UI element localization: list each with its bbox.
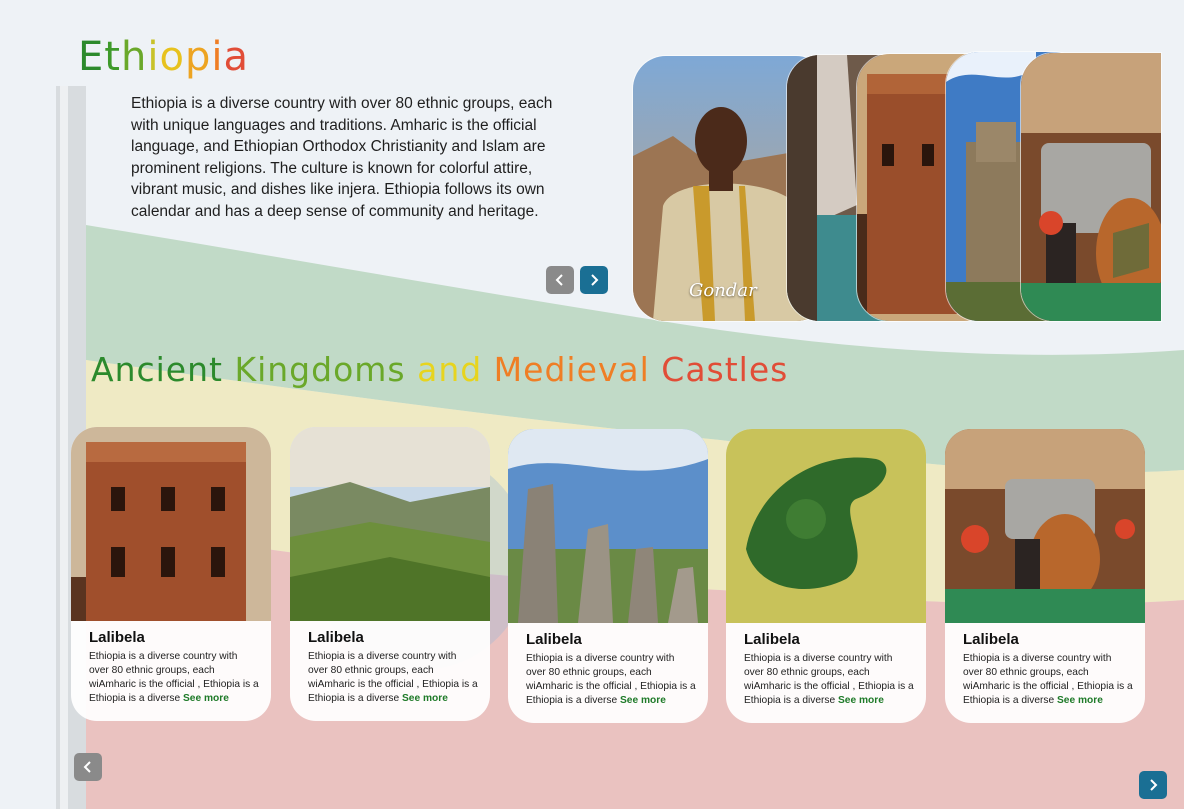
place-card[interactable]: Lalibela Ethiopia is a diverse country w… xyxy=(726,429,926,723)
gallery-active-label: Gondar xyxy=(689,280,757,301)
card-title: Lalibela xyxy=(744,631,800,648)
cards-next-button[interactable] xyxy=(1139,771,1167,799)
gallery-prev-button[interactable] xyxy=(546,266,574,294)
card-body: Ethiopia is a diverse country with over … xyxy=(526,653,696,706)
chevron-right-icon xyxy=(591,274,599,286)
card-body: Ethiopia is a diverse country with over … xyxy=(744,653,914,706)
card-body: Ethiopia is a diverse country with over … xyxy=(963,653,1133,706)
place-card[interactable]: Lalibela Ethiopia is a diverse country w… xyxy=(290,427,490,721)
stelae-image xyxy=(508,429,708,623)
place-card[interactable]: Lalibela Ethiopia is a diverse country w… xyxy=(508,429,708,723)
coffee-ceremony-image xyxy=(945,429,1145,623)
section-title-word: Kingdoms xyxy=(234,350,418,389)
gallery-next-button[interactable] xyxy=(580,266,608,294)
section-title-word: Medieval xyxy=(493,350,662,389)
section-title-word: and xyxy=(417,350,494,389)
title-letter: h xyxy=(120,34,148,80)
title-letter: i xyxy=(211,34,224,80)
card-body: Ethiopia is a diverse country with over … xyxy=(89,651,259,704)
section-title-word: Castles xyxy=(661,350,789,389)
see-more-link[interactable]: See more xyxy=(183,693,229,704)
rock-church-image xyxy=(71,427,271,621)
title-letter: E xyxy=(78,34,105,80)
gallery-card-coffee[interactable] xyxy=(1020,52,1162,322)
title-letter: p xyxy=(184,34,212,80)
card-title: Lalibela xyxy=(308,629,364,646)
see-more-link[interactable]: See more xyxy=(1057,695,1103,706)
title-letter: i xyxy=(147,34,160,80)
see-more-link[interactable]: See more xyxy=(838,695,884,706)
highlands-image xyxy=(290,427,490,621)
page-title: Ethiopia xyxy=(78,34,249,80)
chevron-left-icon xyxy=(555,274,563,286)
see-more-link[interactable]: See more xyxy=(402,693,448,704)
intro-paragraph: Ethiopia is a diverse country with over … xyxy=(131,95,553,220)
chevron-right-icon xyxy=(1150,779,1158,791)
title-letter: a xyxy=(223,34,249,80)
title-letter: o xyxy=(159,34,185,80)
chevron-left-icon xyxy=(83,761,91,773)
place-card[interactable]: Lalibela Ethiopia is a diverse country w… xyxy=(945,429,1145,723)
card-title: Lalibela xyxy=(963,631,1019,648)
section-title-word: Ancient xyxy=(91,350,235,389)
cards-prev-button[interactable] xyxy=(74,753,102,781)
place-card[interactable]: Lalibela Ethiopia is a diverse country w… xyxy=(71,427,271,721)
card-title: Lalibela xyxy=(526,631,582,648)
see-more-link[interactable]: See more xyxy=(620,695,666,706)
card-body: Ethiopia is a diverse country with over … xyxy=(308,651,478,704)
title-letter: t xyxy=(104,34,121,80)
lake-island-image xyxy=(726,429,926,623)
card-title: Lalibela xyxy=(89,629,145,646)
section-title: Ancient Kingdoms and Medieval Castles xyxy=(91,350,788,389)
